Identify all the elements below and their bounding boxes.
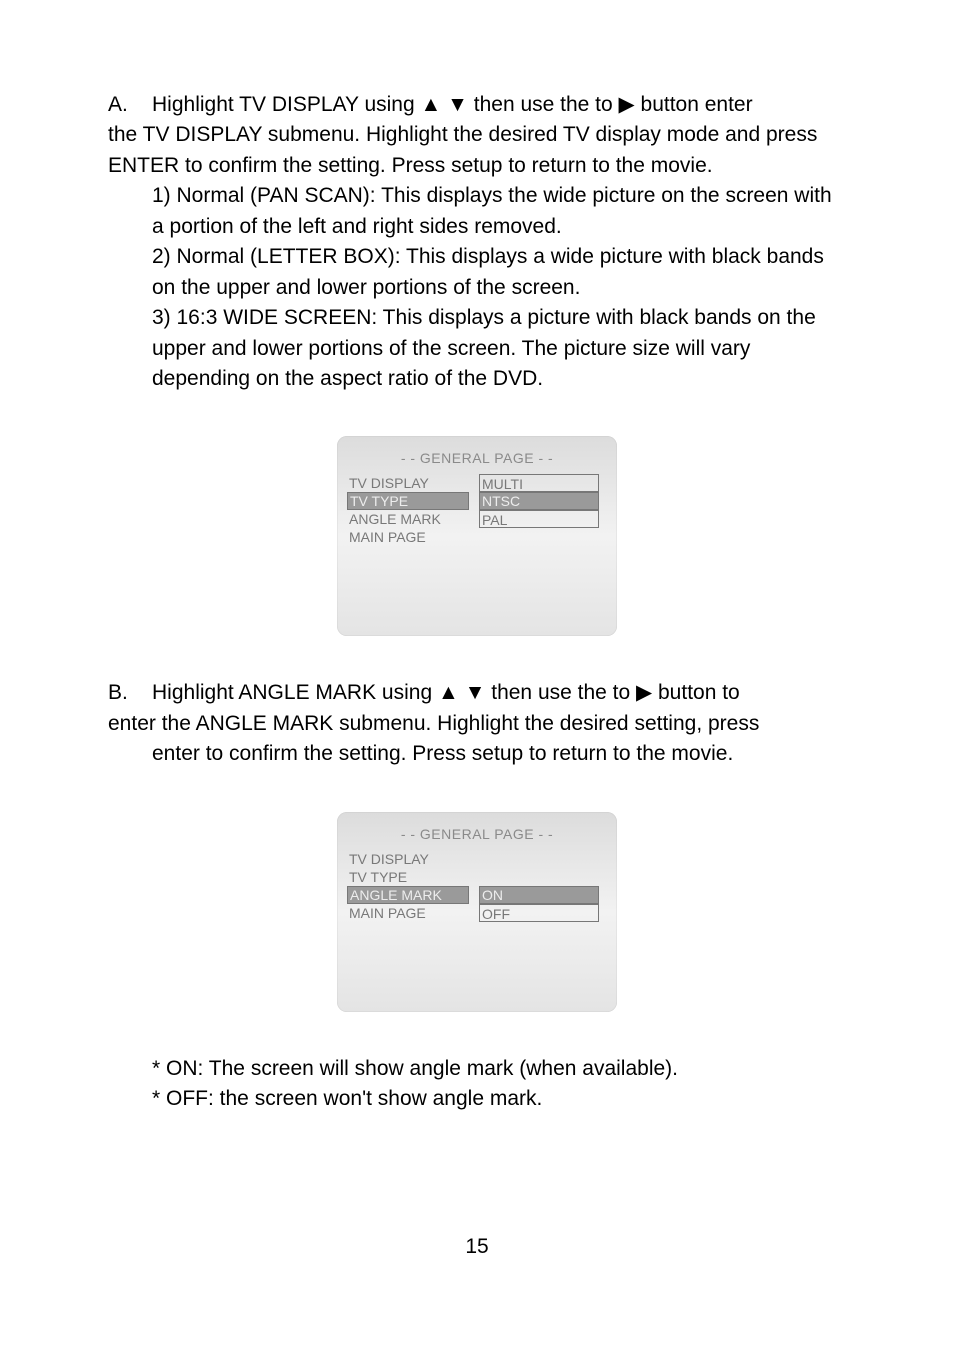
- text: button enter: [635, 93, 753, 116]
- spacer: [479, 868, 599, 886]
- text: button to: [652, 681, 740, 704]
- menu-item-tv-type: TV TYPE: [347, 492, 469, 510]
- list-item: 1) Normal (PAN SCAN): This displays the …: [152, 181, 846, 242]
- panel-title: - - GENERAL PAGE - -: [347, 826, 607, 842]
- list-item: 3) 16:3 WIDE SCREEN: This displays a pic…: [152, 303, 846, 394]
- spacer: [479, 850, 599, 868]
- text: Highlight TV DISPLAY using: [152, 93, 420, 116]
- section-a: A.Highlight TV DISPLAY using ▲ ▼ then us…: [108, 90, 846, 394]
- option-multi: MULTI: [479, 474, 599, 492]
- menu-item-angle-mark: ANGLE MARK: [347, 510, 469, 528]
- text: then use the to: [468, 93, 619, 116]
- section-b-line1: B.Highlight ANGLE MARK using ▲ ▼ then us…: [108, 678, 846, 708]
- note-on: * ON: The screen will show angle mark (w…: [152, 1054, 846, 1084]
- section-a-body: the TV DISPLAY submenu. Highlight the de…: [108, 120, 846, 181]
- panel-body: TV DISPLAY TV TYPE ANGLE MARK MAIN PAGE …: [347, 474, 607, 546]
- option-off: OFF: [479, 904, 599, 922]
- up-triangle-icon: ▲: [420, 90, 441, 120]
- section-b-line2: enter the ANGLE MARK submenu. Highlight …: [108, 709, 846, 739]
- menu-item-main-page: MAIN PAGE: [347, 904, 469, 922]
- text: Highlight ANGLE MARK using: [152, 681, 438, 704]
- notes: * ON: The screen will show angle mark (w…: [152, 1054, 846, 1115]
- list-item: 2) Normal (LETTER BOX): This displays a …: [152, 242, 846, 303]
- down-triangle-icon: ▼: [465, 678, 486, 708]
- panel-right-col: ON OFF: [479, 850, 599, 922]
- section-a-list: 1) Normal (PAN SCAN): This displays the …: [152, 181, 846, 394]
- section-a-line1: A.Highlight TV DISPLAY using ▲ ▼ then us…: [108, 90, 846, 120]
- section-b-line3: enter to confirm the setting. Press setu…: [152, 739, 846, 769]
- general-page-panel-2: - - GENERAL PAGE - - TV DISPLAY TV TYPE …: [337, 812, 617, 1012]
- panel1-wrap: - - GENERAL PAGE - - TV DISPLAY TV TYPE …: [108, 436, 846, 636]
- panel-right-col: MULTI NTSC PAL: [479, 474, 599, 546]
- section-b: B.Highlight ANGLE MARK using ▲ ▼ then us…: [108, 678, 846, 769]
- option-ntsc: NTSC: [479, 492, 599, 510]
- right-triangle-icon: ▶: [636, 678, 652, 708]
- section-b-label: B.: [108, 678, 152, 708]
- option-on: ON: [479, 886, 599, 904]
- panel-title: - - GENERAL PAGE - -: [347, 450, 607, 466]
- text: then use the to: [485, 681, 636, 704]
- note-off: * OFF: the screen won't show angle mark.: [152, 1084, 846, 1114]
- panel2-wrap: - - GENERAL PAGE - - TV DISPLAY TV TYPE …: [108, 812, 846, 1012]
- general-page-panel-1: - - GENERAL PAGE - - TV DISPLAY TV TYPE …: [337, 436, 617, 636]
- up-triangle-icon: ▲: [438, 678, 459, 708]
- menu-item-main-page: MAIN PAGE: [347, 528, 469, 546]
- menu-item-tv-display: TV DISPLAY: [347, 474, 469, 492]
- menu-item-tv-type: TV TYPE: [347, 868, 469, 886]
- menu-item-angle-mark: ANGLE MARK: [347, 886, 469, 904]
- page-number: 15: [0, 1235, 954, 1259]
- panel-left-col: TV DISPLAY TV TYPE ANGLE MARK MAIN PAGE: [347, 474, 469, 546]
- menu-item-tv-display: TV DISPLAY: [347, 850, 469, 868]
- panel-body: TV DISPLAY TV TYPE ANGLE MARK MAIN PAGE …: [347, 850, 607, 922]
- option-pal: PAL: [479, 510, 599, 528]
- right-triangle-icon: ▶: [619, 90, 635, 120]
- section-a-label: A.: [108, 90, 152, 120]
- panel-left-col: TV DISPLAY TV TYPE ANGLE MARK MAIN PAGE: [347, 850, 469, 922]
- down-triangle-icon: ▼: [447, 90, 468, 120]
